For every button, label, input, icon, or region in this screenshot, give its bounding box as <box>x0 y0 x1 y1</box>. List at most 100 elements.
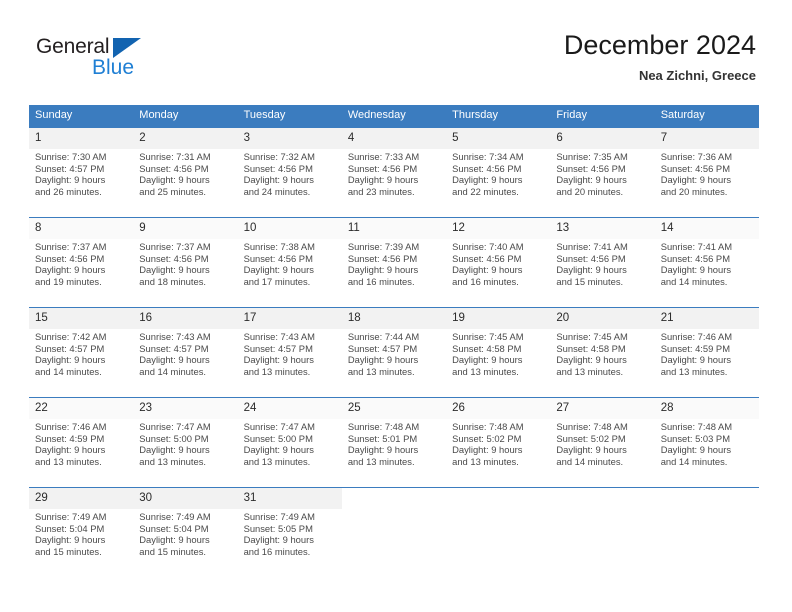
daylight-text-line2: and 25 minutes. <box>139 185 206 197</box>
sunset-text: Sunset: 4:56 PM <box>556 162 626 174</box>
daylight-text-line2: and 22 minutes. <box>452 185 519 197</box>
day-details: Sunrise: 7:49 AM Sunset: 5:04 PM Daylight:… <box>29 509 133 557</box>
sunset-text: Sunset: 5:02 PM <box>556 432 626 444</box>
daylight-text-line2: and 23 minutes. <box>347 185 415 197</box>
day-details: Sunrise: 7:33 AM Sunset: 4:56 PM Daylight:… <box>342 149 446 197</box>
day-details: Sunrise: 7:31 AM Sunset: 4:56 PM Daylight:… <box>133 149 237 197</box>
calendar-day-cell[interactable]: 31 Sunrise: 7:49 AM Sunset: 5:05 PM Dayligh… <box>237 487 342 578</box>
sunrise-text: Sunrise: 7:37 AM <box>35 241 107 252</box>
day-number: 4 <box>341 128 447 149</box>
calendar-week-row: 8 Sunrise: 7:37 AM Sunset: 4:56 PM Daylight… <box>29 217 759 308</box>
calendar-header-row: Sunday Monday Tuesday Wednesday Thursday… <box>29 105 759 128</box>
calendar-day-cell[interactable]: 27 Sunrise: 7:48 AM Sunset: 5:02 PM Dayligh… <box>550 397 655 488</box>
daylight-text-line1: Daylight: 9 hours <box>139 354 210 366</box>
sunset-text: Sunset: 4:57 PM <box>35 342 105 354</box>
day-details: Sunrise: 7:46 AM Sunset: 4:59 PM Daylight:… <box>655 329 759 377</box>
daylight-text-line2: and 14 minutes. <box>660 455 728 467</box>
sunrise-text: Sunrise: 7:48 AM <box>347 421 420 432</box>
calendar-day-cell[interactable]: 22 Sunrise: 7:46 AM Sunset: 4:59 PM Dayligh… <box>29 397 134 488</box>
daylight-text-line1: Daylight: 9 hours <box>347 264 419 276</box>
calendar-day-cell[interactable]: 4 Sunrise: 7:33 AM Sunset: 4:56 PM Daylight… <box>341 127 447 218</box>
daylight-text-line2: and 17 minutes. <box>243 275 311 287</box>
daylight-text-line2: and 20 minutes. <box>556 185 624 197</box>
calendar-day-cell[interactable]: 8 Sunrise: 7:37 AM Sunset: 4:56 PM Daylight… <box>29 217 134 308</box>
daylight-text-line2: and 14 minutes. <box>660 275 728 287</box>
calendar-day-cell[interactable]: 26 Sunrise: 7:48 AM Sunset: 5:02 PM Dayligh… <box>446 397 551 488</box>
day-number: 28 <box>654 398 759 419</box>
day-number: 24 <box>237 398 342 419</box>
calendar-day-cell[interactable]: 25 Sunrise: 7:48 AM Sunset: 5:01 PM Dayligh… <box>341 397 447 488</box>
calendar-empty-cell <box>341 487 447 578</box>
calendar-day-cell[interactable]: 3 Sunrise: 7:32 AM Sunset: 4:56 PM Daylight… <box>237 127 342 218</box>
calendar-day-cell[interactable]: 2 Sunrise: 7:31 AM Sunset: 4:56 PM Daylight… <box>133 127 238 218</box>
daylight-text-line2: and 26 minutes. <box>35 185 102 197</box>
calendar-day-cell[interactable]: 13 Sunrise: 7:41 AM Sunset: 4:56 PM Dayligh… <box>550 217 655 308</box>
sunrise-text: Sunrise: 7:40 AM <box>452 241 524 252</box>
day-details: Sunrise: 7:39 AM Sunset: 4:56 PM Daylight:… <box>342 239 446 287</box>
daylight-text-line1: Daylight: 9 hours <box>243 534 314 546</box>
day-number: 19 <box>446 308 551 329</box>
calendar-day-cell[interactable]: 6 Sunrise: 7:35 AM Sunset: 4:56 PM Daylight… <box>550 127 655 218</box>
day-number: 13 <box>550 218 655 239</box>
calendar-day-cell[interactable]: 30 Sunrise: 7:49 AM Sunset: 5:04 PM Dayligh… <box>133 487 238 578</box>
day-number: 17 <box>237 308 342 329</box>
page-title: December 2024 <box>563 30 756 60</box>
day-number: 9 <box>133 218 238 239</box>
calendar-empty-cell <box>446 487 551 578</box>
calendar-day-cell[interactable]: 23 Sunrise: 7:47 AM Sunset: 5:00 PM Dayligh… <box>133 397 238 488</box>
calendar-day-cell[interactable]: 18 Sunrise: 7:44 AM Sunset: 4:57 PM Dayligh… <box>341 307 447 398</box>
calendar-day-cell[interactable]: 10 Sunrise: 7:38 AM Sunset: 4:56 PM Dayligh… <box>237 217 342 308</box>
calendar-day-cell[interactable]: 14 Sunrise: 7:41 AM Sunset: 4:56 PM Dayligh… <box>654 217 759 308</box>
sunrise-text: Sunrise: 7:31 AM <box>139 151 211 162</box>
sunrise-text: Sunrise: 7:37 AM <box>139 241 211 252</box>
calendar-day-cell[interactable]: 21 Sunrise: 7:46 AM Sunset: 4:59 PM Dayligh… <box>654 307 759 398</box>
sunset-text: Sunset: 4:56 PM <box>556 252 626 264</box>
day-number: 12 <box>446 218 551 239</box>
logo-triangle-icon <box>113 38 141 58</box>
sunrise-text: Sunrise: 7:32 AM <box>243 151 315 162</box>
title-block: December 2024 Nea Zichni, Greece <box>564 28 756 84</box>
calendar-body: 1 Sunrise: 7:30 AM Sunset: 4:57 PM Daylight… <box>29 127 759 578</box>
sunset-text: Sunset: 5:05 PM <box>243 522 313 534</box>
day-number <box>655 488 759 509</box>
calendar-day-cell[interactable]: 16 Sunrise: 7:43 AM Sunset: 4:57 PM Dayligh… <box>133 307 238 398</box>
daylight-text-line1: Daylight: 9 hours <box>347 444 419 456</box>
weekday-header-friday: Friday <box>550 105 655 128</box>
day-details: Sunrise: 7:32 AM Sunset: 4:56 PM Daylight:… <box>238 149 342 197</box>
daylight-text-line1: Daylight: 9 hours <box>35 354 106 366</box>
daylight-text-line2: and 13 minutes. <box>660 365 728 377</box>
day-details: Sunrise: 7:44 AM Sunset: 4:57 PM Daylight:… <box>342 329 446 377</box>
daylight-text-line1: Daylight: 9 hours <box>243 444 314 456</box>
daylight-text-line1: Daylight: 9 hours <box>243 354 314 366</box>
daylight-text-line2: and 13 minutes. <box>347 365 415 377</box>
calendar-day-cell[interactable]: 7 Sunrise: 7:36 AM Sunset: 4:56 PM Daylight… <box>654 127 759 218</box>
sunrise-text: Sunrise: 7:44 AM <box>347 331 420 342</box>
sunrise-text: Sunrise: 7:48 AM <box>556 421 628 432</box>
sunset-text: Sunset: 4:56 PM <box>139 252 209 264</box>
daylight-text-line1: Daylight: 9 hours <box>556 444 627 456</box>
daylight-text-line2: and 24 minutes. <box>243 185 311 197</box>
sunset-text: Sunset: 5:03 PM <box>660 432 730 444</box>
weekday-header-thursday: Thursday <box>446 105 551 128</box>
calendar-day-cell[interactable]: 11 Sunrise: 7:39 AM Sunset: 4:56 PM Dayligh… <box>341 217 447 308</box>
calendar-day-cell[interactable]: 17 Sunrise: 7:43 AM Sunset: 4:57 PM Dayligh… <box>237 307 342 398</box>
sunset-text: Sunset: 4:59 PM <box>660 342 730 354</box>
calendar-day-cell[interactable]: 29 Sunrise: 7:49 AM Sunset: 5:04 PM Dayligh… <box>29 487 134 578</box>
day-number: 27 <box>550 398 655 419</box>
daylight-text-line2: and 15 minutes. <box>35 545 102 557</box>
calendar-day-cell[interactable]: 24 Sunrise: 7:47 AM Sunset: 5:00 PM Dayligh… <box>237 397 342 488</box>
daylight-text-line2: and 16 minutes. <box>347 275 415 287</box>
calendar-day-cell[interactable]: 9 Sunrise: 7:37 AM Sunset: 4:56 PM Daylight… <box>133 217 238 308</box>
calendar-day-cell[interactable]: 5 Sunrise: 7:34 AM Sunset: 4:56 PM Daylight… <box>446 127 551 218</box>
sunset-text: Sunset: 4:57 PM <box>347 342 418 354</box>
calendar-day-cell[interactable]: 19 Sunrise: 7:45 AM Sunset: 4:58 PM Dayligh… <box>446 307 551 398</box>
day-details: Sunrise: 7:47 AM Sunset: 5:00 PM Daylight:… <box>238 419 342 467</box>
calendar-day-cell[interactable]: 28 Sunrise: 7:48 AM Sunset: 5:03 PM Dayligh… <box>654 397 759 488</box>
calendar-day-cell[interactable]: 12 Sunrise: 7:40 AM Sunset: 4:56 PM Dayligh… <box>446 217 551 308</box>
calendar-table: Sunday Monday Tuesday Wednesday Thursday… <box>29 105 759 578</box>
calendar-day-cell[interactable]: 20 Sunrise: 7:45 AM Sunset: 4:58 PM Dayligh… <box>550 307 655 398</box>
calendar-day-cell[interactable]: 15 Sunrise: 7:42 AM Sunset: 4:57 PM Dayligh… <box>29 307 134 398</box>
daylight-text-line1: Daylight: 9 hours <box>452 354 523 366</box>
calendar-day-cell[interactable]: 1 Sunrise: 7:30 AM Sunset: 4:57 PM Daylight… <box>29 127 134 218</box>
day-details: Sunrise: 7:30 AM Sunset: 4:57 PM Daylight:… <box>29 149 133 197</box>
